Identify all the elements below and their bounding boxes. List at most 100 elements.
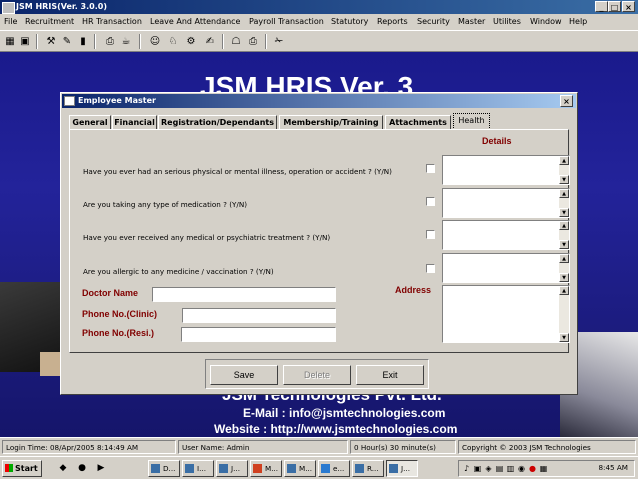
scrollbar[interactable]: ▲ ▼ bbox=[559, 286, 569, 342]
toolbar-scissors-icon[interactable]: ✁ bbox=[272, 35, 286, 48]
toolbar-grid-icon[interactable]: ▣ bbox=[18, 35, 32, 48]
toolbar-gear-icon[interactable]: ⚙ bbox=[184, 35, 198, 48]
quicklaunch-media-icon[interactable]: ▶ bbox=[95, 462, 107, 474]
taskbar-item-active[interactable]: J... bbox=[386, 460, 418, 477]
tab-attachments[interactable]: Attachments bbox=[385, 115, 451, 129]
scrollbar[interactable]: ▲ ▼ bbox=[559, 189, 569, 217]
medical-treatment-details[interactable]: ▲ ▼ bbox=[442, 220, 570, 250]
toolbar-cup-icon[interactable]: ☕ bbox=[119, 35, 133, 48]
exit-button[interactable]: Exit bbox=[356, 365, 424, 385]
tray-app-icon[interactable]: ▤ bbox=[495, 464, 504, 473]
toolbar-pen-icon[interactable]: ✍ bbox=[203, 35, 217, 48]
scroll-up-icon[interactable]: ▲ bbox=[559, 221, 569, 230]
taskbar-item[interactable]: I... bbox=[182, 460, 214, 477]
taskbar: Start ◆ ● ▶ D... I... J... M... M... e..… bbox=[0, 456, 638, 479]
menu-window[interactable]: Window bbox=[530, 17, 562, 26]
menu-recruitment[interactable]: Recruitment bbox=[25, 17, 74, 26]
phone-clinic-field[interactable] bbox=[182, 308, 336, 323]
toolbar-smiley-icon[interactable]: ☺ bbox=[148, 35, 162, 48]
scroll-up-icon[interactable]: ▲ bbox=[559, 254, 569, 263]
tray-network-icon[interactable]: ▣ bbox=[473, 464, 482, 473]
task-icon bbox=[185, 464, 194, 473]
menu-security[interactable]: Security bbox=[417, 17, 450, 26]
taskbar-item[interactable]: R... bbox=[352, 460, 384, 477]
dialog-title: Employee Master bbox=[78, 96, 156, 105]
toolbar-employee-icon[interactable]: ▦ bbox=[3, 35, 17, 48]
scroll-down-icon[interactable]: ▼ bbox=[559, 333, 569, 342]
serious-illness-details[interactable]: ▲ ▼ bbox=[442, 155, 570, 185]
minimize-button[interactable]: _ bbox=[595, 1, 608, 12]
toolbar-separator bbox=[222, 34, 224, 49]
scroll-down-icon[interactable]: ▼ bbox=[559, 240, 569, 249]
scroll-down-icon[interactable]: ▼ bbox=[559, 208, 569, 217]
background-email: E-Mail : info@jsmtechnologies.com bbox=[243, 406, 446, 420]
address-field[interactable]: ▲ ▼ bbox=[442, 285, 570, 343]
tray-antivirus-icon[interactable]: ◈ bbox=[484, 464, 493, 473]
tray-app-icon[interactable]: ◉ bbox=[517, 464, 526, 473]
start-button[interactable]: Start bbox=[2, 460, 42, 477]
toolbar: ▦ ▣ ⚒ ✎ ▮ ⎙ ☕ ☺ ♘ ⚙ ✍ ☖ ⎙ ✁ bbox=[0, 30, 638, 52]
medical-treatment-checkbox[interactable] bbox=[426, 230, 435, 239]
menu-file[interactable]: File bbox=[4, 17, 17, 26]
menu-utilites[interactable]: Utilites bbox=[493, 17, 521, 26]
menu-hr-transaction[interactable]: HR Transaction bbox=[82, 17, 142, 26]
system-tray: ♪ ▣ ◈ ▤ ▥ ◉ ● ▦ 8:45 AM bbox=[458, 460, 635, 477]
menu-payroll-transaction[interactable]: Payroll Transaction bbox=[249, 17, 324, 26]
tab-membership-training[interactable]: Membership/Training bbox=[279, 115, 383, 129]
doctor-name-label: Doctor Name bbox=[82, 288, 139, 298]
toolbar-tools-icon[interactable]: ⚒ bbox=[44, 35, 58, 48]
tab-financial[interactable]: Financial bbox=[112, 115, 157, 129]
dialog-icon bbox=[64, 96, 75, 106]
quicklaunch-browser-icon[interactable]: ● bbox=[76, 462, 88, 474]
details-header: Details bbox=[482, 136, 512, 146]
restore-button[interactable]: □ bbox=[608, 1, 621, 12]
toolbar-house-icon[interactable]: ☖ bbox=[229, 35, 243, 48]
doctor-name-field[interactable] bbox=[152, 287, 336, 302]
allergic-checkbox[interactable] bbox=[426, 264, 435, 273]
tray-volume-icon[interactable]: ♪ bbox=[462, 464, 471, 473]
menu-help[interactable]: Help bbox=[569, 17, 587, 26]
close-button[interactable]: × bbox=[622, 1, 635, 12]
toolbar-edit-icon[interactable]: ✎ bbox=[60, 35, 74, 48]
taskbar-clock[interactable]: 8:45 AM bbox=[598, 463, 628, 472]
menu-master[interactable]: Master bbox=[458, 17, 485, 26]
scroll-down-icon[interactable]: ▼ bbox=[559, 175, 569, 184]
taskbar-item[interactable]: e... bbox=[318, 460, 350, 477]
medication-details[interactable]: ▲ ▼ bbox=[442, 188, 570, 218]
tab-registration-dependants[interactable]: Registration/Dependants bbox=[158, 115, 277, 129]
toolbar-bar-icon[interactable]: ▮ bbox=[76, 35, 90, 48]
app-icon[interactable] bbox=[2, 2, 15, 14]
scrollbar[interactable]: ▲ ▼ bbox=[559, 254, 569, 282]
allergic-details[interactable]: ▲ ▼ bbox=[442, 253, 570, 283]
save-button[interactable]: Save bbox=[210, 365, 278, 385]
tray-app-icon[interactable]: ▦ bbox=[539, 464, 548, 473]
tray-app-icon[interactable]: ▥ bbox=[506, 464, 515, 473]
menu-statutory[interactable]: Statutory bbox=[331, 17, 368, 26]
tray-alert-icon[interactable]: ● bbox=[528, 464, 537, 473]
toolbar-print-icon[interactable]: ⎙ bbox=[246, 35, 260, 48]
scroll-up-icon[interactable]: ▲ bbox=[559, 189, 569, 198]
scrollbar[interactable]: ▲ ▼ bbox=[559, 156, 569, 184]
tab-general[interactable]: General bbox=[69, 115, 111, 129]
menu-leave-attendance[interactable]: Leave And Attendance bbox=[150, 17, 240, 26]
scrollbar[interactable]: ▲ ▼ bbox=[559, 221, 569, 249]
app-title-bar[interactable]: JSM HRIS(Ver. 3.0.0) _ □ × bbox=[0, 0, 638, 14]
delete-button[interactable]: Delete bbox=[283, 365, 351, 385]
taskbar-item[interactable]: D... bbox=[148, 460, 180, 477]
toolbar-search-icon[interactable]: ⎙ bbox=[103, 35, 117, 48]
taskbar-item[interactable]: J... bbox=[216, 460, 248, 477]
scroll-down-icon[interactable]: ▼ bbox=[559, 273, 569, 282]
medication-checkbox[interactable] bbox=[426, 197, 435, 206]
taskbar-item[interactable]: M... bbox=[250, 460, 282, 477]
taskbar-item[interactable]: M... bbox=[284, 460, 316, 477]
scroll-up-icon[interactable]: ▲ bbox=[559, 156, 569, 165]
phone-resi-field[interactable] bbox=[181, 327, 336, 342]
toolbar-horse-icon[interactable]: ♘ bbox=[166, 35, 180, 48]
scroll-up-icon[interactable]: ▲ bbox=[559, 286, 569, 295]
serious-illness-checkbox[interactable] bbox=[426, 164, 435, 173]
quicklaunch-desktop-icon[interactable]: ◆ bbox=[57, 462, 69, 474]
tab-health[interactable]: Health bbox=[453, 113, 490, 130]
dialog-title-bar[interactable]: Employee Master × bbox=[62, 94, 576, 108]
menu-reports[interactable]: Reports bbox=[377, 17, 408, 26]
dialog-close-button[interactable]: × bbox=[560, 95, 573, 107]
